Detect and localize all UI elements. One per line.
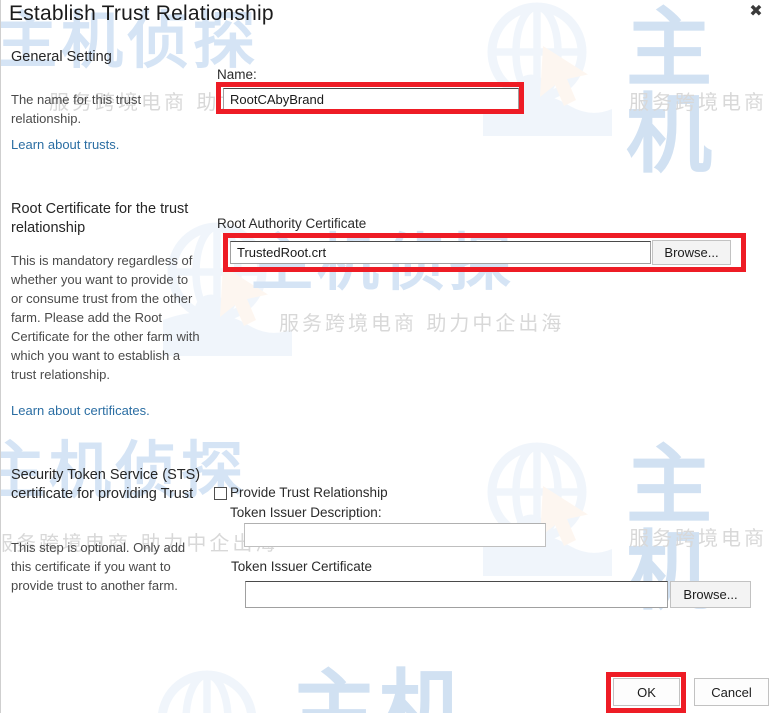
learn-about-certificates-link[interactable]: Learn about certificates. (11, 403, 150, 418)
close-icon[interactable]: ✖ (745, 2, 767, 22)
cancel-button[interactable]: Cancel (694, 678, 769, 706)
provide-trust-relationship-label: Provide Trust Relationship (230, 485, 388, 500)
globe-cursor-logo-icon (483, 2, 612, 136)
ok-button[interactable]: OK (613, 678, 680, 706)
sts-heading: Security Token Service (STS) certificate… (11, 467, 201, 502)
general-setting-description: The name for this trust relationship. (11, 92, 142, 126)
watermark-logo-bottomright (471, 432, 621, 587)
watermark-brand-topright: 主机 (626, 0, 714, 185)
watermark-tagline-topright: 服务跨境电商 (629, 90, 767, 114)
token-issuer-certificate-browse-button[interactable]: Browse... (670, 581, 751, 608)
globe-cursor-logo-icon (158, 670, 256, 713)
token-issuer-description-label: Token Issuer Description: (230, 505, 382, 520)
general-setting-heading: General Setting (11, 49, 112, 65)
globe-cursor-logo-icon (483, 442, 612, 576)
root-certificate-description: This is mandatory regardless of whether … (11, 253, 200, 382)
root-authority-certificate-label: Root Authority Certificate (217, 216, 367, 231)
watermark-tagline-bottomright: 服务跨境电商 (629, 526, 767, 550)
sts-description: This step is optional. Only add this cer… (11, 540, 186, 593)
token-issuer-description-input[interactable] (244, 523, 546, 547)
token-issuer-certificate-input[interactable] (245, 581, 668, 608)
root-certificate-heading: Root Certificate for the trust relations… (11, 201, 189, 236)
root-authority-certificate-value: TrustedRoot.crt (237, 245, 327, 260)
watermark-logo-topright (471, 0, 621, 147)
watermark-brand-bottom: 主机 (291, 661, 467, 713)
name-input-value: RootCAbyBrand (230, 91, 324, 107)
root-authority-certificate-input[interactable]: TrustedRoot.crt (230, 241, 651, 264)
name-label: Name: (217, 67, 257, 82)
dialog-window: 主机侦探 服务跨境电商 助力中企出海 主机 服务跨境电商 主机侦探 服务跨境电商… (0, 0, 771, 713)
dialog-title: Establish Trust Relationship (9, 2, 274, 25)
watermark-logo-bottom (141, 660, 291, 713)
learn-about-trusts-link[interactable]: Learn about trusts. (11, 137, 119, 152)
token-issuer-certificate-label: Token Issuer Certificate (231, 559, 373, 574)
provide-trust-relationship-checkbox[interactable] (214, 487, 227, 500)
watermark-tagline-middle: 服务跨境电商 助力中企出海 (279, 311, 565, 335)
root-certificate-browse-button[interactable]: Browse... (652, 240, 731, 265)
name-input[interactable]: RootCAbyBrand (223, 88, 519, 110)
